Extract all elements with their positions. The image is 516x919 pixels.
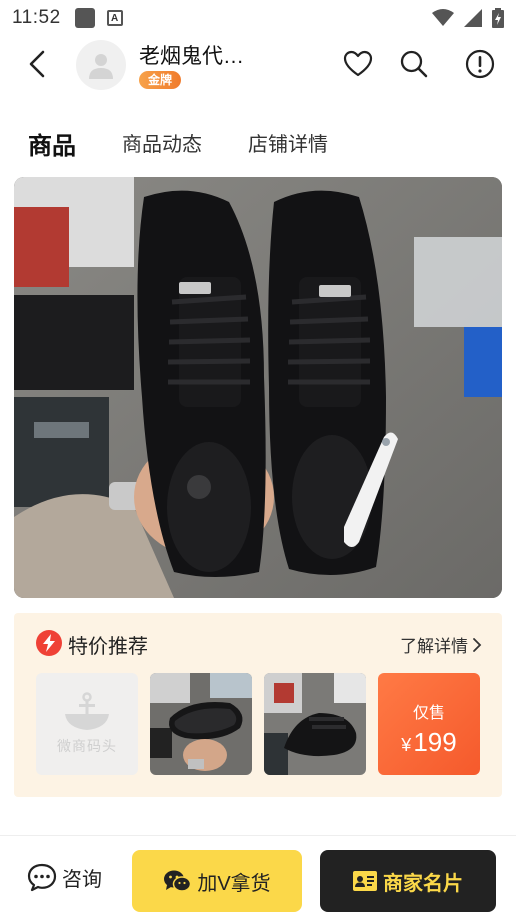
anchor-icon xyxy=(65,692,109,730)
chat-icon xyxy=(27,863,57,892)
promo-title: 特价推荐 xyxy=(68,636,148,658)
product-image[interactable] xyxy=(14,177,502,598)
tab-shop-details[interactable]: 店铺详情 xyxy=(248,128,328,157)
placeholder-text: 微商码头 xyxy=(57,738,117,754)
search-icon xyxy=(400,50,428,78)
gold-badge: 金牌 xyxy=(139,71,182,89)
price-value: ¥199 xyxy=(378,727,480,758)
add-wechat-label: 加V拿货 xyxy=(197,872,271,895)
add-wechat-button[interactable]: 加V拿货 xyxy=(132,850,302,912)
wifi-icon xyxy=(432,9,454,26)
battery-icon xyxy=(492,8,504,28)
promo-more-link[interactable]: 了解详情 xyxy=(400,632,482,657)
shoe-sole-photo xyxy=(150,673,252,775)
app-notification-icon: A xyxy=(106,10,123,26)
promo-section: 特价推荐 了解详情 微商码头 仅售 ¥199 xyxy=(14,613,502,797)
chevron-right-icon xyxy=(473,637,482,652)
shop-header: 老烟鬼代… 金牌 xyxy=(0,36,516,92)
search-button[interactable] xyxy=(398,48,430,80)
back-button[interactable] xyxy=(22,48,52,80)
signal-icon xyxy=(464,9,482,27)
currency-symbol: ¥ xyxy=(401,735,412,755)
price-amount: 199 xyxy=(413,727,457,757)
bottom-divider xyxy=(0,835,516,836)
price-card[interactable]: 仅售 ¥199 xyxy=(378,673,480,775)
business-card-button[interactable]: 商家名片 xyxy=(320,850,496,912)
consult-label: 咨询 xyxy=(62,868,102,891)
status-bar: 11:52 A xyxy=(0,0,516,36)
promo-item-thumbnail[interactable] xyxy=(264,673,366,775)
favorite-button[interactable] xyxy=(342,48,374,80)
status-time: 11:52 xyxy=(12,7,61,28)
heart-icon xyxy=(343,50,373,77)
business-card-label: 商家名片 xyxy=(383,872,463,895)
tab-product-updates[interactable]: 商品动态 xyxy=(122,128,202,157)
info-icon xyxy=(465,49,495,79)
wechat-icon xyxy=(164,870,192,892)
tab-bar: 商品 商品动态 店铺详情 xyxy=(0,124,516,164)
shop-name[interactable]: 老烟鬼代… xyxy=(139,40,244,70)
promo-item-placeholder[interactable]: 微商码头 xyxy=(36,673,138,775)
price-label: 仅售 xyxy=(412,705,445,722)
user-icon xyxy=(89,54,113,79)
promo-item-thumbnail[interactable] xyxy=(150,673,252,775)
promo-more-label: 了解详情 xyxy=(400,637,468,656)
notification-icon xyxy=(74,8,95,28)
product-photo xyxy=(14,177,502,598)
shop-avatar[interactable] xyxy=(76,40,126,90)
lightning-icon xyxy=(36,630,62,656)
id-card-icon xyxy=(353,871,377,891)
consult-button[interactable]: 咨询 xyxy=(26,862,102,892)
back-icon xyxy=(29,50,45,78)
tab-products[interactable]: 商品 xyxy=(28,126,76,161)
shoe-side-photo xyxy=(264,673,366,775)
report-button[interactable] xyxy=(464,48,496,80)
